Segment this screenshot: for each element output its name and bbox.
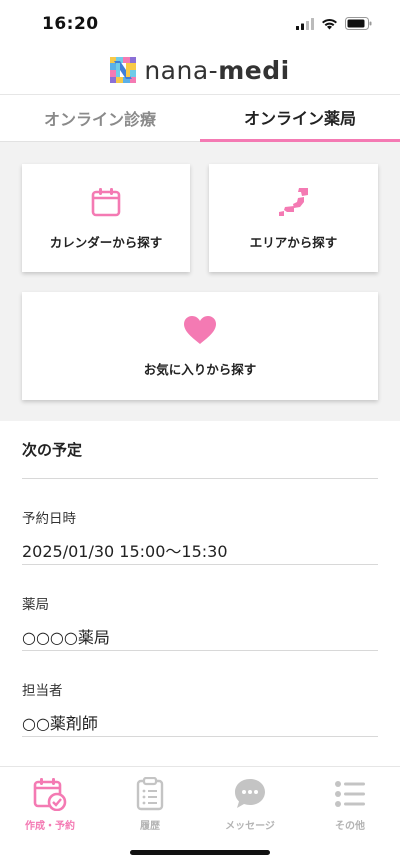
search-by-area-label: エリアから探す <box>249 234 338 250</box>
schedule-datetime-value: 2025/01/30 15:00～15:30 <box>22 542 228 561</box>
schedule-pharmacy-value: ○○○○薬局 <box>22 628 110 647</box>
home-indicator <box>130 850 270 855</box>
next-schedule-section: 次の予定 予約日時 2025/01/30 15:00～15:30 薬局 ○○○○… <box>22 421 378 737</box>
japan-map-icon <box>278 187 308 216</box>
brand-name: nana-medi <box>144 55 290 85</box>
search-by-calendar-button[interactable]: カレンダーから探す <box>22 164 190 272</box>
search-by-calendar-label: カレンダーから探す <box>49 234 163 250</box>
nav-history-label: 履歴 <box>140 821 160 832</box>
signal-icon <box>296 17 314 30</box>
nav-create-reserve-label: 作成・予約 <box>25 821 75 832</box>
schedule-datetime: 予約日時 2025/01/30 15:00～15:30 <box>22 479 378 565</box>
schedule-pharmacy: 薬局 ○○○○薬局 <box>22 565 378 651</box>
status-bar: 16:20 <box>0 0 400 48</box>
battery-icon <box>345 17 372 30</box>
service-tabs: オンライン診療 オンライン薬局 <box>0 94 400 142</box>
search-by-favorite-button[interactable]: お気に入りから探す <box>22 292 378 400</box>
schedule-datetime-label: 予約日時 <box>22 511 76 527</box>
clipboard-icon <box>136 777 164 811</box>
chat-bubble-icon <box>235 779 265 808</box>
status-time: 16:20 <box>42 14 99 34</box>
search-by-area-button[interactable]: エリアから探す <box>209 164 378 272</box>
calendar-icon <box>91 187 121 216</box>
nav-other[interactable]: その他 <box>310 777 390 832</box>
nav-message-label: メッセージ <box>225 821 275 832</box>
app-header: nana-medi <box>0 50 400 90</box>
status-icons <box>296 17 372 30</box>
nav-message[interactable]: メッセージ <box>210 777 290 832</box>
schedule-staff: 担当者 ○○薬剤師 <box>22 651 378 737</box>
bottom-navigation: 作成・予約 履歴 メッセージ その他 <box>0 766 400 863</box>
calendar-check-icon <box>33 778 67 811</box>
tab-online-consultation[interactable]: オンライン診療 <box>0 95 200 142</box>
tab-online-pharmacy[interactable]: オンライン薬局 <box>200 95 400 142</box>
schedule-staff-value: ○○薬剤師 <box>22 714 98 733</box>
schedule-staff-label: 担当者 <box>22 683 63 699</box>
list-icon <box>335 781 365 807</box>
search-panel: カレンダーから探す エリアから探す お気に入りから探す <box>0 142 400 421</box>
heart-icon <box>184 315 216 344</box>
wifi-icon <box>322 18 337 29</box>
next-schedule-title: 次の予定 <box>22 421 378 479</box>
schedule-pharmacy-label: 薬局 <box>22 597 49 613</box>
nana-medi-logo-icon <box>110 57 137 83</box>
search-by-favorite-label: お気に入りから探す <box>143 361 257 377</box>
nav-other-label: その他 <box>335 821 365 832</box>
nav-create-reserve[interactable]: 作成・予約 <box>10 777 90 832</box>
nav-history[interactable]: 履歴 <box>110 777 190 832</box>
